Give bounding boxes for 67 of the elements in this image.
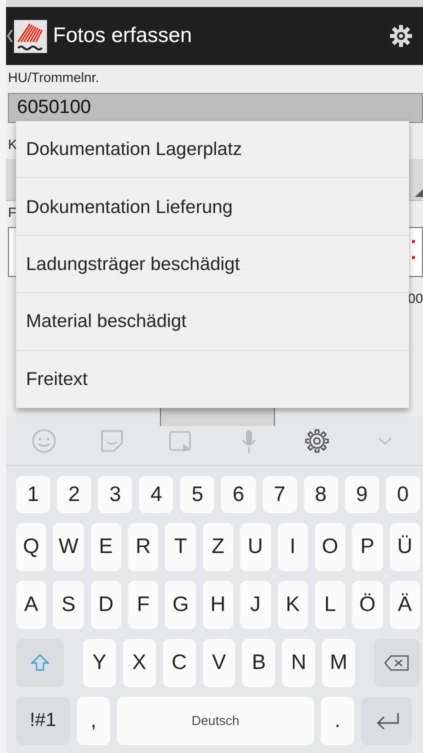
emoji-icon[interactable] — [31, 428, 58, 454]
settings-icon[interactable] — [304, 428, 330, 454]
key[interactable]: 8 — [304, 476, 338, 513]
marker-dots-icon — [412, 240, 416, 260]
shift-key[interactable] — [16, 639, 64, 687]
key[interactable]: 6 — [221, 476, 256, 513]
key[interactable]: B — [242, 639, 276, 687]
key[interactable]: P — [352, 523, 383, 571]
key[interactable]: Z — [202, 523, 234, 571]
field-label: HU/Trommelnr. — [7, 69, 100, 86]
field-label: F — [8, 205, 16, 221]
space-key[interactable]: Deutsch — [117, 697, 314, 745]
key[interactable]: 9 — [344, 476, 379, 513]
key[interactable]: T — [165, 523, 196, 571]
dropdown-option[interactable]: Material beschädigt — [16, 293, 409, 351]
key[interactable]: F — [128, 581, 158, 629]
key[interactable]: , — [77, 697, 110, 745]
key[interactable]: 5 — [180, 476, 214, 513]
key[interactable]: 0 — [386, 476, 420, 513]
app-logo[interactable] — [14, 20, 47, 52]
symbols-key[interactable]: !#1 — [16, 697, 70, 745]
key[interactable]: Y — [83, 639, 116, 687]
key[interactable]: E — [90, 523, 122, 571]
key[interactable]: Q — [16, 523, 46, 571]
key[interactable]: V — [202, 639, 236, 687]
key[interactable]: M — [322, 639, 356, 687]
key[interactable]: 7 — [262, 476, 297, 513]
settings-icon[interactable] — [389, 24, 413, 48]
key[interactable]: Ü — [390, 523, 420, 571]
key[interactable]: R — [128, 523, 158, 571]
key[interactable]: N — [282, 639, 316, 687]
back-chevron-icon[interactable] — [6, 29, 14, 43]
dropdown-option[interactable]: Ladungsträger beschädigt — [16, 236, 409, 294]
enter-key[interactable] — [361, 697, 412, 745]
key[interactable]: G — [165, 581, 196, 629]
key[interactable]: C — [162, 639, 196, 687]
key[interactable]: J — [240, 581, 271, 629]
key[interactable]: I — [278, 523, 308, 571]
field-label: K — [8, 137, 18, 153]
screen-title: Fotos erfassen — [53, 23, 192, 50]
key[interactable]: O — [314, 523, 346, 571]
sticker-icon[interactable] — [99, 428, 126, 454]
key[interactable]: Ä — [390, 581, 420, 629]
shift-arrow-icon — [30, 653, 50, 673]
key[interactable]: 2 — [57, 476, 92, 513]
key[interactable]: S — [53, 581, 84, 629]
key[interactable]: W — [53, 523, 84, 571]
key[interactable]: X — [122, 639, 156, 687]
key[interactable]: H — [202, 581, 234, 629]
key[interactable]: D — [90, 581, 122, 629]
dropdown-option[interactable]: Freitext — [16, 350, 409, 408]
backspace-icon — [384, 654, 410, 672]
key[interactable]: Ö — [352, 581, 383, 629]
key[interactable]: 4 — [139, 476, 174, 513]
key[interactable]: L — [314, 581, 346, 629]
key[interactable]: A — [16, 581, 46, 629]
key[interactable]: K — [278, 581, 308, 629]
value-text: 00 — [408, 291, 423, 307]
key[interactable]: U — [240, 523, 271, 571]
dropdown-triangle-icon — [415, 189, 423, 197]
dropdown-option[interactable]: Dokumentation Lieferung — [16, 178, 409, 236]
backspace-key[interactable] — [374, 639, 420, 687]
number-field[interactable]: 6050100 — [8, 93, 423, 123]
key[interactable]: . — [321, 697, 354, 745]
key[interactable]: 3 — [98, 476, 132, 513]
dropdown-option[interactable]: Dokumentation Lagerplatz — [16, 121, 409, 178]
key[interactable]: 1 — [16, 476, 50, 513]
